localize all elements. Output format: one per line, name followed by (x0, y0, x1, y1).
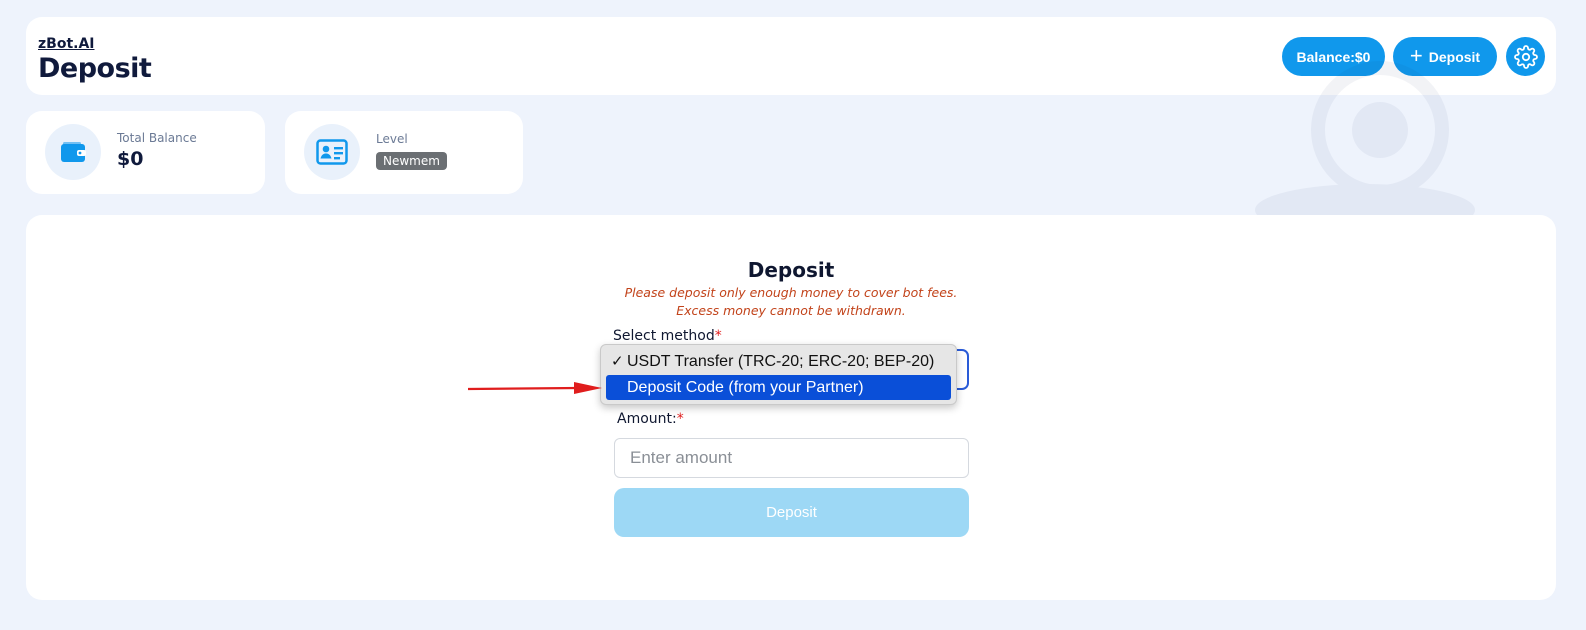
header-deposit-button[interactable]: + Deposit (1393, 37, 1497, 76)
method-dropdown-list: ✓ USDT Transfer (TRC-20; ERC-20; BEP-20)… (600, 344, 957, 405)
level-badge: Newmem (376, 152, 447, 170)
required-mark: * (714, 328, 722, 344)
dropdown-option-label: USDT Transfer (TRC-20; ERC-20; BEP-20) (627, 353, 935, 370)
settings-button[interactable] (1506, 37, 1545, 76)
deposit-submit-button[interactable]: Deposit (614, 488, 969, 537)
amount-input[interactable] (614, 438, 969, 478)
wallet-icon (61, 142, 86, 162)
level-label: Level (376, 132, 408, 146)
brand-link[interactable]: zBot.AI (38, 36, 95, 52)
annotation-arrow-icon (467, 382, 602, 394)
total-balance-card: Total Balance $0 (26, 111, 265, 194)
dropdown-option-label: Deposit Code (from your Partner) (627, 379, 864, 396)
form-title: Deposit (747, 258, 835, 282)
plus-icon: + (1409, 42, 1423, 68)
wallet-icon-wrap (45, 124, 101, 180)
method-label: Select method* (613, 328, 722, 344)
dropdown-option-deposit-code[interactable]: Deposit Code (from your Partner) (606, 375, 951, 400)
checkmark-icon: ✓ (611, 353, 624, 370)
id-card-icon-wrap (304, 124, 360, 180)
gear-icon (1513, 44, 1538, 69)
required-mark: * (676, 411, 684, 427)
total-balance-value: $0 (117, 148, 144, 170)
amount-label-text: Amount: (617, 411, 677, 427)
balance-button[interactable]: Balance:$0 (1282, 37, 1385, 76)
page-header: zBot.AI Deposit Balance:$0 + Deposit (26, 17, 1556, 95)
dropdown-option-usdt[interactable]: ✓ USDT Transfer (TRC-20; ERC-20; BEP-20) (606, 349, 951, 374)
deposit-form-card: Deposit Please deposit only enough money… (26, 215, 1556, 600)
page-title: Deposit (38, 53, 152, 84)
id-card-icon (316, 139, 348, 165)
header-deposit-label: Deposit (1428, 48, 1481, 65)
deposit-warning: Please deposit only enough money to cove… (624, 285, 958, 318)
amount-label: Amount:* (617, 411, 684, 427)
method-label-text: Select method (613, 328, 715, 344)
level-card: Level Newmem (285, 111, 523, 194)
total-balance-label: Total Balance (117, 131, 197, 145)
